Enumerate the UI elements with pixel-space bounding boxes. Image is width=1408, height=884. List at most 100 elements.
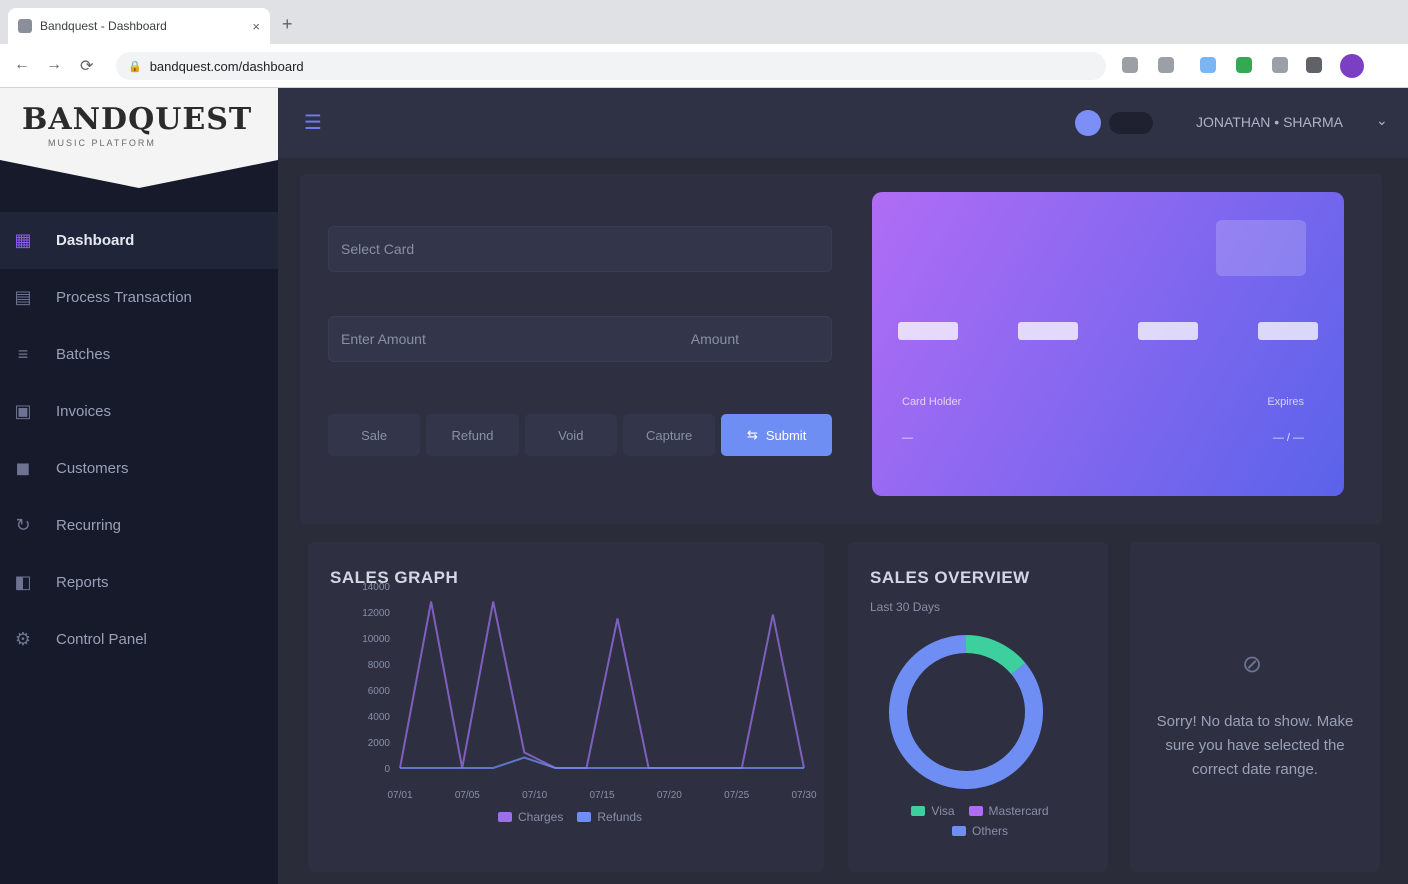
control-panel-icon: ⚙ bbox=[14, 629, 32, 649]
y-tick-label: 2000 bbox=[368, 738, 391, 749]
theme-toggle[interactable] bbox=[1075, 108, 1161, 138]
card-expiry-label: Expires bbox=[1267, 396, 1304, 408]
card-number-group: •••• bbox=[1138, 322, 1198, 340]
y-tick-label: 14000 bbox=[362, 582, 390, 593]
sidebar-item-label: Customers bbox=[56, 460, 129, 477]
forward-icon[interactable]: → bbox=[46, 56, 62, 74]
sidebar-item-control-panel[interactable]: ⚙ Control Panel bbox=[0, 611, 278, 668]
reload-icon[interactable]: ⟳ bbox=[80, 56, 93, 76]
card-number-group: •••• bbox=[1018, 322, 1078, 340]
amount-suffix: Amount bbox=[690, 331, 739, 347]
transaction-icon: ▤ bbox=[14, 287, 32, 307]
swap-icon: ⇆ bbox=[746, 427, 758, 442]
amount-field[interactable]: Enter Amount Amount bbox=[328, 316, 832, 362]
transaction-actions: Sale Refund Void Capture ⇆ Submit bbox=[328, 414, 833, 456]
logo-tagline: MUSIC PLATFORM bbox=[48, 138, 156, 148]
legend-item-others[interactable]: Others bbox=[951, 824, 1008, 838]
reports-icon: ◧ bbox=[14, 572, 32, 592]
sidebar-item-invoices[interactable]: ▣ Invoices bbox=[0, 383, 278, 440]
toggle-track bbox=[1109, 112, 1153, 134]
main-content: Select Card Enter Amount Amount Sale Ref… bbox=[278, 158, 1408, 884]
card-select-field[interactable]: Select Card bbox=[328, 226, 832, 272]
legend-label: Visa bbox=[931, 804, 955, 818]
sidebar-item-label: Dashboard bbox=[56, 232, 135, 249]
dashboard-icon: ▦ bbox=[14, 230, 32, 250]
y-tick-label: 12000 bbox=[362, 608, 390, 619]
card-number-group: •••• bbox=[1258, 322, 1318, 340]
legend-swatch bbox=[577, 812, 592, 822]
legend-item-visa[interactable]: Visa bbox=[911, 804, 955, 818]
x-tick-label: 07/30 bbox=[791, 790, 816, 801]
extension-icon[interactable] bbox=[1158, 57, 1174, 73]
submit-label: Submit bbox=[765, 427, 807, 443]
profile-avatar[interactable] bbox=[1340, 54, 1364, 78]
legend-label: Refunds bbox=[597, 810, 643, 824]
card-number: •••• •••• •••• •••• bbox=[898, 322, 1318, 340]
logo-banner: BANDQUEST MUSIC PLATFORM bbox=[0, 88, 278, 188]
browser-toolbar: ← → ⟳ 🔒 bandquest.com/dashboard bbox=[0, 44, 1408, 88]
x-tick-label: 07/25 bbox=[724, 790, 749, 801]
legend-swatch bbox=[911, 806, 926, 816]
address-bar[interactable]: 🔒 bandquest.com/dashboard bbox=[116, 52, 1106, 80]
browser-tab[interactable]: Bandquest - Dashboard × bbox=[8, 8, 270, 44]
sidebar-nav: ▦ Dashboard ▤ Process Transaction ≡ Batches ▣ I… bbox=[0, 212, 278, 668]
donut-slice-visa bbox=[965, 635, 1026, 675]
refund-button[interactable]: Refund bbox=[426, 414, 519, 456]
user-name[interactable]: JONATHAN • SHARMA bbox=[1196, 114, 1343, 130]
new-tab-button[interactable]: + bbox=[282, 14, 293, 35]
empty-state-message: Sorry! No data to show. Make sure you ha… bbox=[1156, 713, 1354, 778]
sidebar-item-label: Reports bbox=[56, 574, 109, 591]
customers-icon: ◼ bbox=[15, 458, 31, 478]
extensions-puzzle-icon[interactable] bbox=[1306, 57, 1322, 73]
x-tick-label: 07/20 bbox=[657, 790, 682, 801]
logo[interactable]: BANDQUEST bbox=[22, 102, 252, 137]
tab-close-icon[interactable]: × bbox=[252, 19, 260, 34]
capture-button[interactable]: Capture bbox=[622, 414, 716, 456]
batches-icon: ≡ bbox=[17, 344, 29, 364]
y-tick-label: 8000 bbox=[368, 660, 391, 671]
legend-label: Others bbox=[971, 824, 1008, 838]
x-tick-label: 07/05 bbox=[455, 790, 480, 801]
favicon-icon bbox=[18, 19, 32, 33]
sidebar: BANDQUEST MUSIC PLATFORM ▦ Dashboard ▤ Proc… bbox=[0, 88, 278, 884]
amount-placeholder: Enter Amount bbox=[341, 331, 426, 347]
sales-graph-legend: Charges Refunds bbox=[498, 810, 642, 824]
sale-button[interactable]: Sale bbox=[328, 414, 421, 456]
no-data-icon: ⊘ bbox=[1242, 651, 1263, 678]
void-button[interactable]: Void bbox=[524, 414, 617, 456]
x-tick-label: 07/15 bbox=[589, 790, 614, 801]
legend-item-refunds[interactable]: Refunds bbox=[577, 810, 642, 824]
extension-icon[interactable] bbox=[1236, 57, 1252, 73]
bookmark-star-icon[interactable] bbox=[1122, 57, 1138, 73]
extension-icon[interactable] bbox=[1200, 57, 1216, 73]
sidebar-item-recurring[interactable]: ↻ Recurring bbox=[0, 497, 278, 554]
sales-graph-panel: SALES GRAPH 0 2000 4000 6000 8000 10000 12000 1… bbox=[308, 542, 824, 872]
top-header: ☰ JONATHAN • SHARMA ⌄ bbox=[278, 88, 1408, 158]
recurring-icon: ↻ bbox=[15, 515, 31, 535]
sidebar-item-label: Process Transaction bbox=[56, 289, 192, 306]
card-holder-label: Card Holder bbox=[902, 396, 962, 408]
card-expiry-value: — / — bbox=[1272, 432, 1304, 444]
legend-swatch bbox=[498, 812, 512, 822]
sidebar-item-dashboard[interactable]: ▦ Dashboard bbox=[0, 212, 278, 269]
sidebar-item-reports[interactable]: ◧ Reports bbox=[0, 554, 278, 611]
sidebar-item-batches[interactable]: ≡ Batches bbox=[0, 326, 278, 383]
menu-toggle-icon[interactable]: ☰ bbox=[304, 110, 322, 135]
card-number-group: •••• bbox=[898, 322, 958, 340]
sidebar-item-process-transaction[interactable]: ▤ Process Transaction bbox=[0, 269, 278, 326]
legend-item-charges[interactable]: Charges bbox=[498, 810, 563, 824]
x-tick-label: 07/10 bbox=[522, 790, 547, 801]
card-chip-icon bbox=[1216, 220, 1306, 276]
sidebar-item-label: Control Panel bbox=[56, 631, 147, 648]
chevron-down-icon[interactable]: ⌄ bbox=[1376, 112, 1388, 129]
submit-button[interactable]: ⇆ Submit bbox=[721, 414, 833, 456]
sidebar-item-customers[interactable]: ◼ Customers bbox=[0, 440, 278, 497]
extension-icon[interactable] bbox=[1272, 57, 1288, 73]
y-tick-label: 6000 bbox=[368, 686, 391, 697]
legend-swatch bbox=[968, 806, 983, 816]
url-text: bandquest.com/dashboard bbox=[149, 58, 304, 74]
tab-title: Bandquest - Dashboard bbox=[40, 19, 167, 33]
sidebar-item-label: Invoices bbox=[56, 403, 112, 420]
legend-item-mastercard[interactable]: Mastercard bbox=[968, 804, 1049, 818]
back-icon[interactable]: ← bbox=[14, 56, 30, 74]
